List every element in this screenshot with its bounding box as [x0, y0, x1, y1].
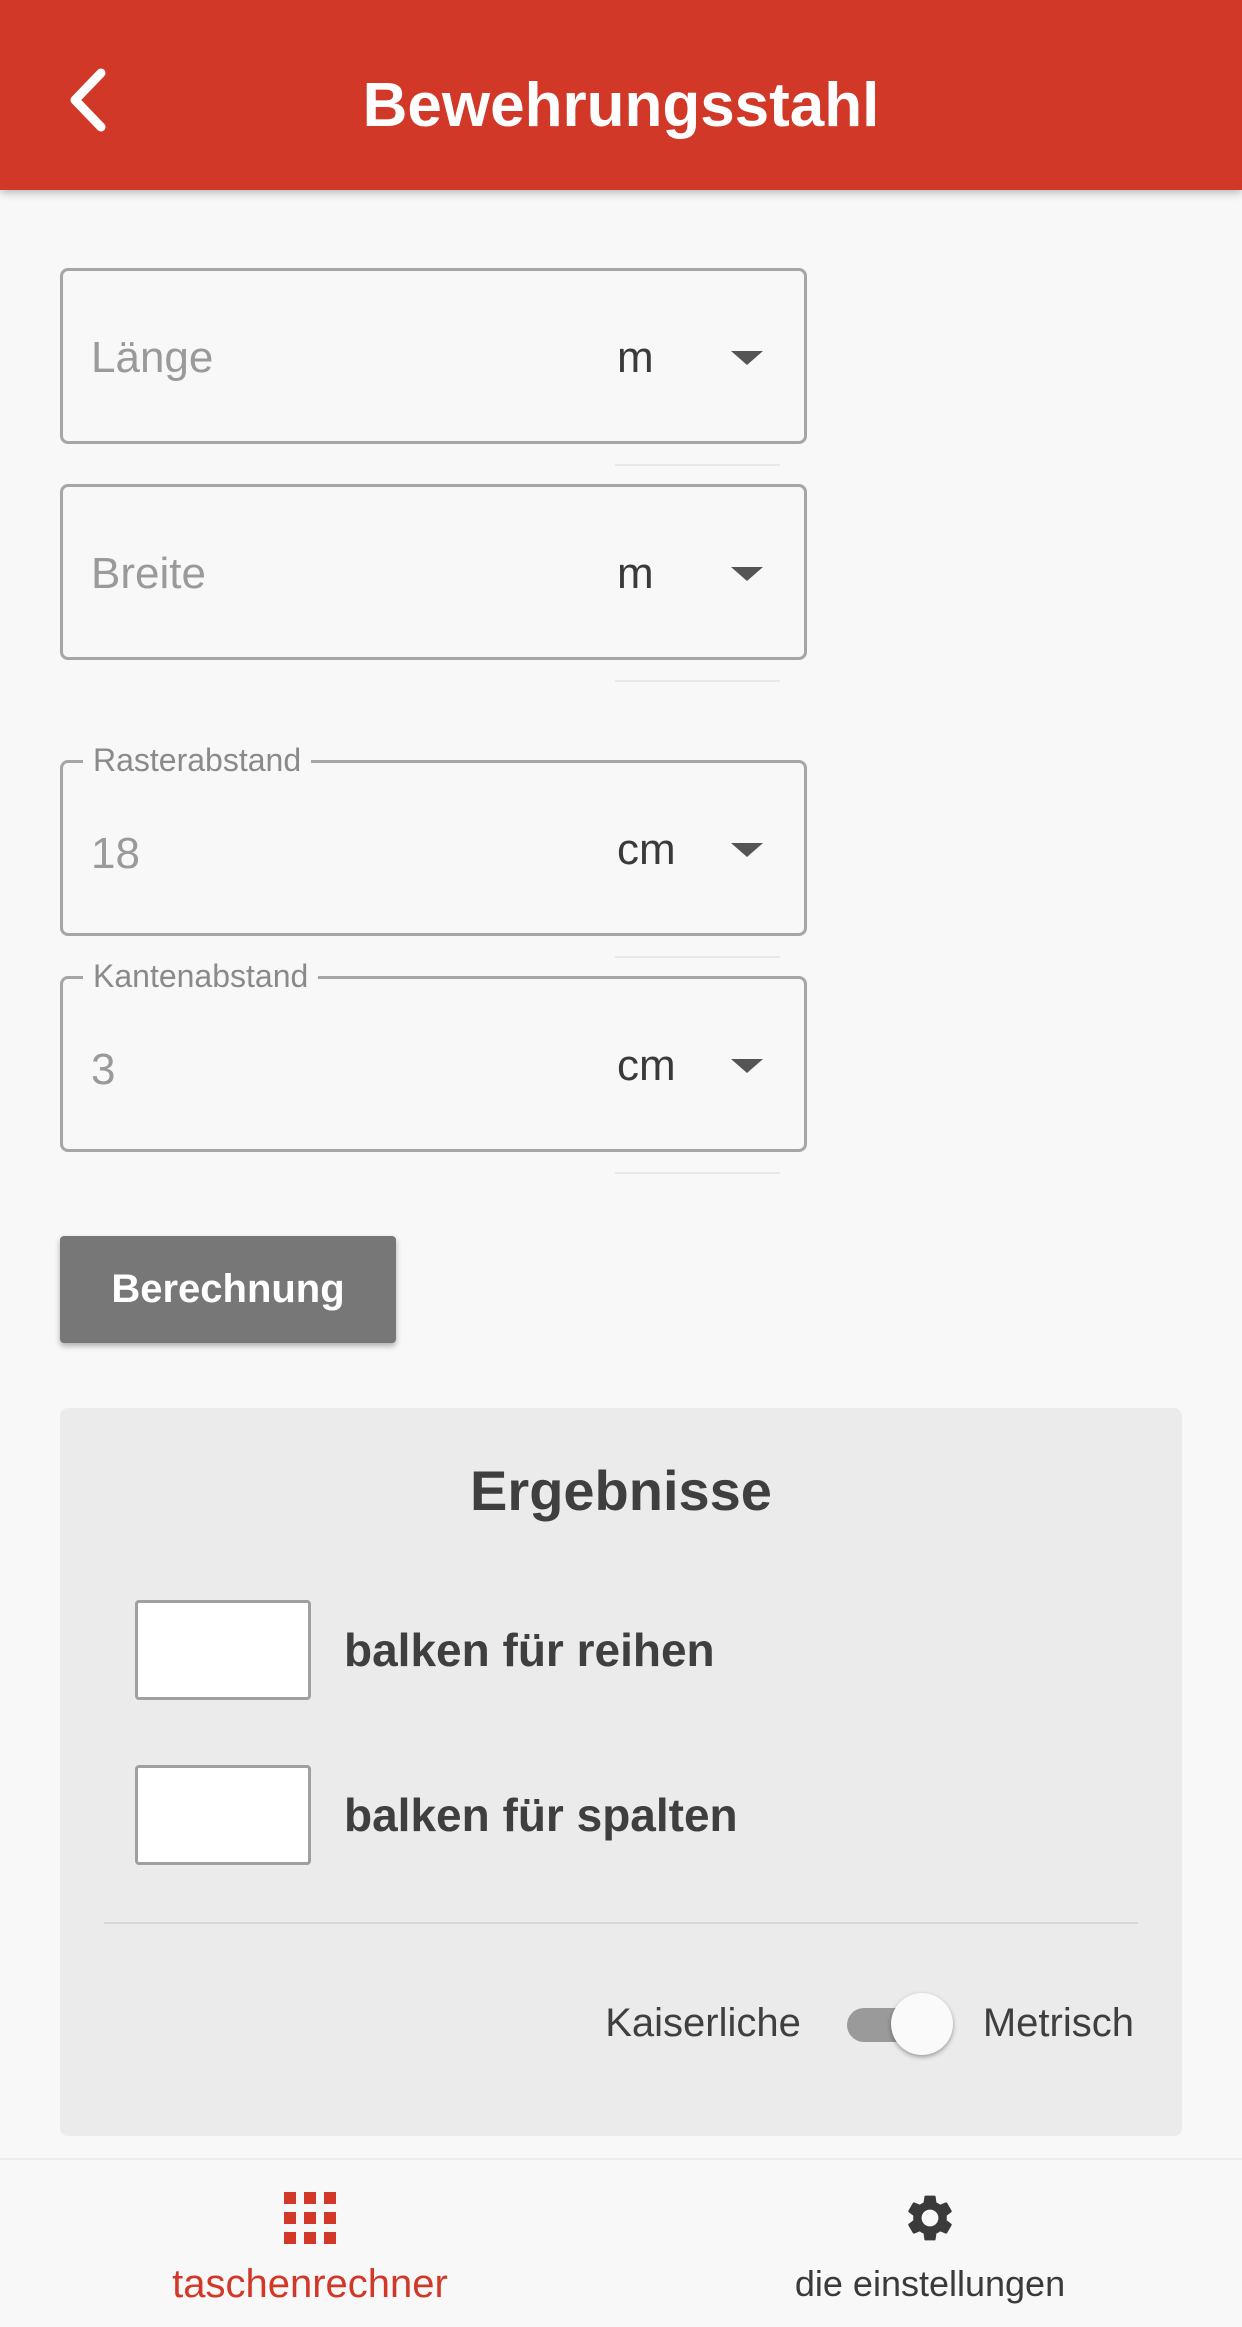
- edge-distance-unit-select[interactable]: cm: [617, 1039, 676, 1093]
- switch-thumb[interactable]: [890, 1993, 953, 2055]
- rows-bars-value: [135, 1600, 311, 1700]
- edge-distance-field[interactable]: Kantenabstand 3 cm: [60, 957, 807, 1152]
- width-field[interactable]: Breite m: [60, 484, 807, 660]
- dropdown-arrow-icon[interactable]: [731, 1059, 763, 1073]
- nav-item-calculator[interactable]: taschenrechner: [110, 2160, 510, 2327]
- grid-spacing-field[interactable]: Rasterabstand 18 cm: [60, 741, 807, 936]
- length-unit-select[interactable]: m: [617, 331, 654, 385]
- length-field[interactable]: Länge m: [60, 268, 807, 444]
- divider: [615, 1172, 780, 1174]
- divider: [615, 464, 780, 466]
- imperial-label: Kaiserliche: [605, 2001, 801, 2045]
- width-unit-select[interactable]: m: [617, 547, 654, 601]
- nav-label-settings: die einstellungen: [794, 2263, 1066, 2304]
- page-title: Bewehrungsstahl: [362, 71, 880, 140]
- columns-bars-value: [135, 1765, 311, 1865]
- metric-label: Metrisch: [982, 2001, 1134, 2045]
- width-input[interactable]: Breite: [91, 547, 206, 601]
- results-panel: Ergebnisse balken für reihen balken für …: [60, 1408, 1182, 2136]
- gear-icon: [902, 2190, 958, 2246]
- edge-distance-label: Kantenabstand: [83, 957, 319, 995]
- length-input[interactable]: Länge: [91, 331, 213, 385]
- divider: [615, 680, 780, 682]
- columns-bars-label: balken für spalten: [344, 1789, 738, 1841]
- unit-system-toggle-row: Kaiserliche Metrisch: [605, 1988, 1134, 2058]
- dropdown-arrow-icon[interactable]: [731, 843, 763, 857]
- grid-spacing-label: Rasterabstand: [83, 741, 312, 779]
- dropdown-arrow-icon[interactable]: [731, 567, 763, 581]
- nav-label-calculator: taschenrechner: [172, 2262, 448, 2306]
- dropdown-arrow-icon[interactable]: [731, 351, 763, 365]
- results-divider: [104, 1922, 1138, 1924]
- app-bar: Bewehrungsstahl: [0, 0, 1242, 190]
- grid-icon: [282, 2190, 338, 2246]
- nav-item-settings[interactable]: die einstellungen: [730, 2160, 1130, 2327]
- divider: [615, 956, 780, 958]
- grid-spacing-unit-select[interactable]: cm: [617, 823, 676, 877]
- grid-spacing-input[interactable]: 18: [91, 827, 140, 881]
- unit-system-switch[interactable]: [843, 1993, 953, 2055]
- rows-bars-label: balken für reihen: [344, 1624, 715, 1676]
- calculate-button[interactable]: Berechnung: [60, 1236, 396, 1343]
- edge-distance-input[interactable]: 3: [91, 1043, 115, 1097]
- results-title: Ergebnisse: [470, 1459, 772, 1522]
- bottom-navigation: taschenrechner die einstellungen: [0, 2158, 1242, 2327]
